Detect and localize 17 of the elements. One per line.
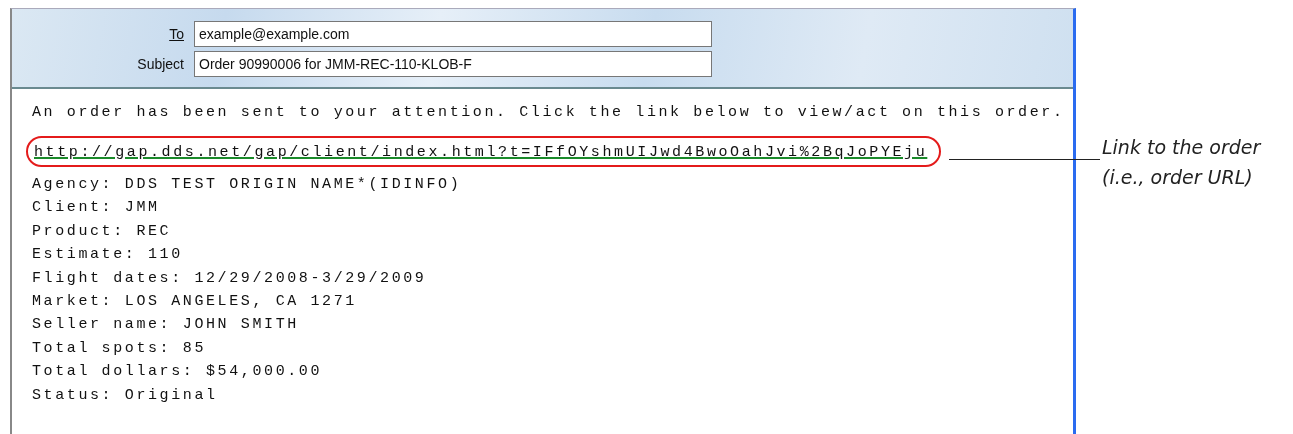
to-field[interactable]: example@example.com bbox=[194, 21, 712, 47]
detail-line: Total spots: 85 bbox=[32, 338, 208, 359]
detail-line: Flight dates: 12/29/2008-3/29/2009 bbox=[32, 268, 428, 289]
detail-line: Market: LOS ANGELES, CA 1271 bbox=[32, 291, 358, 312]
subject-field[interactable]: Order 90990006 for JMM-REC-110-KLOB-F bbox=[194, 51, 712, 77]
order-link[interactable]: http://gap.dds.net/gap/client/index.html?t=IFfOYshmUIJwd4BwoOahJvi%2BqJoPYEju bbox=[34, 144, 928, 161]
detail-line: Client: JMM bbox=[32, 198, 161, 219]
detail-line: Status: Original bbox=[32, 385, 219, 406]
detail-line: Seller name: JOHN SMITH bbox=[32, 315, 300, 336]
detail-line: Agency: DDS TEST ORIGIN NAME*(IDINFO) bbox=[32, 175, 463, 195]
intro-text: An order has been sent to your attention. Click the link below to view/act on this order. bbox=[32, 103, 1066, 123]
detail-line: Estimate: 110 bbox=[32, 245, 184, 266]
to-label[interactable]: To bbox=[12, 26, 184, 42]
subject-label: Subject bbox=[136, 56, 184, 72]
detail-line: Total dollars: $54,000.00 bbox=[32, 362, 324, 383]
detail-line: Product: REC bbox=[32, 221, 173, 242]
callout-text: Link to the order (i.e., order URL) bbox=[1102, 135, 1263, 190]
